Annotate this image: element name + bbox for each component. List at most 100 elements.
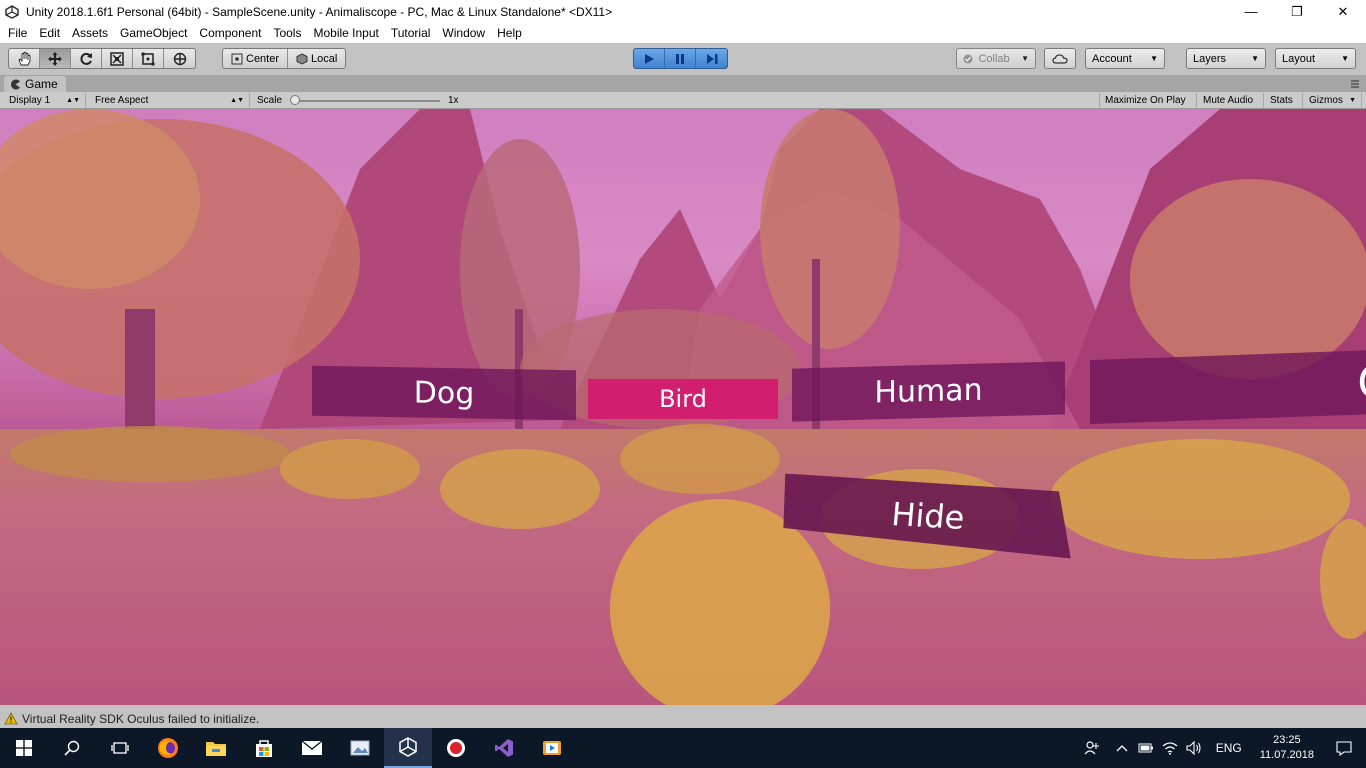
option-dog[interactable]: Dog [312,365,576,421]
firefox-taskbar-button[interactable] [144,728,192,768]
gizmos-dropdown[interactable]: Gizmos ▼ [1304,93,1362,108]
game-viewport[interactable]: Dog Bird Human O Hide [0,109,1366,705]
scale-slider-track[interactable] [295,100,440,102]
chevron-down-icon: ▼ [1021,54,1029,63]
scale-label: Scale [257,95,283,106]
volume-icon[interactable] [1182,728,1206,768]
collab-dropdown[interactable]: Collab ▼ [956,48,1036,69]
menu-assets[interactable]: Assets [66,23,114,43]
status-bar: Virtual Reality SDK Oculus failed to ini… [0,709,1366,728]
clock-time: 23:25 [1273,734,1301,746]
display-dropdown[interactable]: Display 1 ▲▼ [4,93,86,108]
pivot-local-button[interactable]: Local [288,49,345,68]
maximize-on-play-toggle[interactable]: Maximize On Play [1099,93,1197,108]
stats-label: Stats [1270,95,1293,106]
menu-mobile-input[interactable]: Mobile Input [307,23,384,43]
status-message[interactable]: Virtual Reality SDK Oculus failed to ini… [22,712,259,726]
playback-controls [633,48,728,69]
video-player-icon [543,741,561,755]
tab-menu-icon[interactable] [1350,78,1360,92]
menu-tutorial[interactable]: Tutorial [385,23,437,43]
menu-component[interactable]: Component [193,23,267,43]
play-icon [645,53,654,64]
scale-value: 1x [448,95,459,106]
rotate-icon [80,52,92,65]
menu-help[interactable]: Help [491,23,528,43]
option-partial-label: O [1357,356,1366,409]
search-icon [64,740,80,756]
unity-taskbar-button[interactable] [384,728,432,768]
layers-label: Layers [1193,52,1227,65]
search-button[interactable] [48,728,96,768]
layout-dropdown[interactable]: Layout ▼ [1275,48,1356,69]
start-button[interactable] [0,728,48,768]
windows-taskbar: ENG 23:25 11.07.2018 [0,728,1366,768]
language-indicator[interactable]: ENG [1206,741,1252,755]
stats-toggle[interactable]: Stats [1265,93,1303,108]
menu-file[interactable]: File [2,23,33,43]
close-button[interactable]: ✕ [1320,0,1366,23]
unity-icon [399,737,417,757]
account-dropdown[interactable]: Account ▼ [1085,48,1165,69]
store-taskbar-button[interactable] [240,728,288,768]
pivot-toggles: Center Local [222,48,347,69]
aspect-dropdown[interactable]: Free Aspect ▲▼ [90,93,250,108]
store-bag-icon [256,740,272,757]
wifi-icon[interactable] [1158,728,1182,768]
option-partial[interactable]: O [1090,349,1366,425]
file-explorer-taskbar-button[interactable] [192,728,240,768]
rect-tool-button[interactable] [133,49,164,68]
hand-tool-button[interactable] [9,49,40,68]
local-space-icon [296,52,308,65]
option-bird[interactable]: Bird [588,379,778,419]
checkmark-icon [963,54,973,63]
pivot-center-button[interactable]: Center [223,49,289,68]
game-view-controls: Display 1 ▲▼ Free Aspect ▲▼ Scale 1x Max… [0,92,1366,109]
minimize-button[interactable]: — [1228,0,1274,23]
photos-taskbar-button[interactable] [336,728,384,768]
media-player-taskbar-button[interactable] [528,728,576,768]
tab-game-label: Game [25,77,58,91]
cloud-icon [1052,53,1068,64]
menu-edit[interactable]: Edit [33,23,66,43]
option-human[interactable]: Human [792,361,1065,422]
recorder-taskbar-button[interactable] [432,728,480,768]
mail-icon [301,740,323,755]
cloud-button[interactable] [1044,48,1076,69]
play-button[interactable] [634,49,665,68]
mail-taskbar-button[interactable] [288,728,336,768]
account-label: Account [1092,52,1132,65]
visual-studio-taskbar-button[interactable] [480,728,528,768]
layout-label: Layout [1282,52,1316,65]
step-icon [706,53,717,64]
gizmos-label: Gizmos [1309,95,1343,106]
notifications-icon[interactable] [1322,728,1366,768]
menu-gameobject[interactable]: GameObject [114,23,193,43]
rotate-tool-button[interactable] [71,49,102,68]
task-view-button[interactable] [96,728,144,768]
window-title: Unity 2018.1.6f1 Personal (64bit) - Samp… [26,4,613,19]
chevron-up-icon[interactable] [1110,728,1134,768]
mute-audio-toggle[interactable]: Mute Audio [1198,93,1264,108]
transform-tool-button[interactable] [164,49,195,68]
pause-button[interactable] [665,49,696,68]
title-bar: Unity 2018.1.6f1 Personal (64bit) - Samp… [0,0,1366,23]
step-button[interactable] [696,49,727,68]
game-tab-bar: Game [0,75,1366,92]
tab-game[interactable]: Game [4,76,66,92]
record-icon [447,739,465,757]
people-icon[interactable] [1080,728,1104,768]
layers-dropdown[interactable]: Layers ▼ [1186,48,1266,69]
collab-label: Collab [978,52,1010,65]
battery-icon[interactable] [1134,728,1158,768]
image-viewer-icon [350,740,370,756]
maximize-button[interactable]: ❐ [1274,0,1320,23]
move-tool-button[interactable] [40,49,71,68]
scale-slider-thumb[interactable] [290,95,300,105]
menu-window[interactable]: Window [436,23,491,43]
clock-date: 11.07.2018 [1259,749,1314,761]
clock[interactable]: 23:25 11.07.2018 [1252,733,1322,763]
warning-icon [4,712,18,725]
menu-tools[interactable]: Tools [267,23,307,43]
scale-tool-button[interactable] [102,49,133,68]
